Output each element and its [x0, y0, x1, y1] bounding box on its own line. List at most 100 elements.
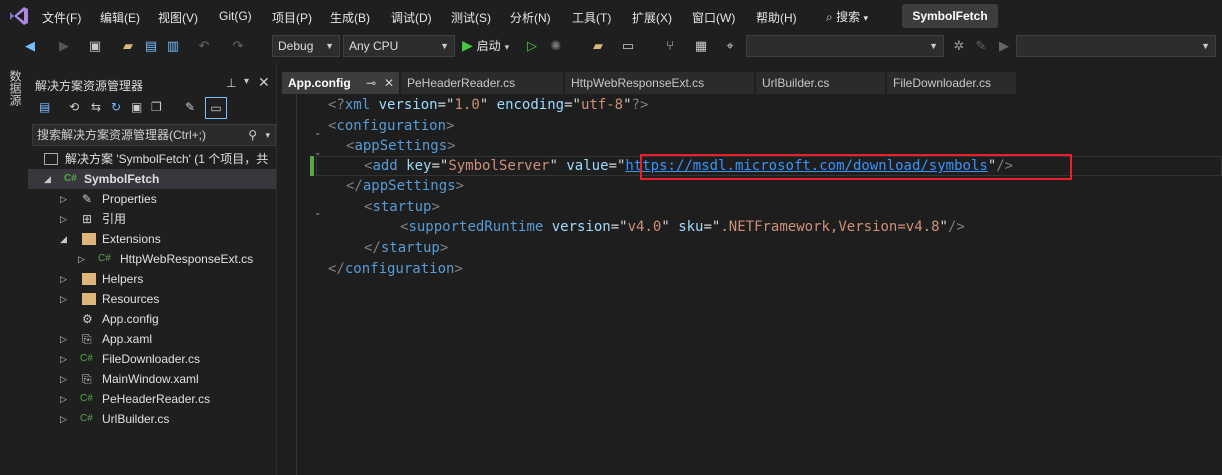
tree-item-filedownloader[interactable]: ▷ C# FileDownloader.cs	[28, 349, 276, 369]
chevron-down-icon: ▼	[1201, 41, 1210, 51]
tab-urlbuilder[interactable]: UrlBuilder.cs	[756, 72, 886, 94]
comment-icon[interactable]: ▦	[693, 38, 709, 54]
save-icon[interactable]: ▤	[143, 38, 159, 54]
hot-reload-icon[interactable]: ✺	[548, 38, 564, 54]
menu-test[interactable]: 测试(S)	[451, 9, 491, 26]
menu-help[interactable]: 帮助(H)	[756, 9, 797, 26]
tab-peheaderreader[interactable]: PeHeaderReader.cs	[401, 72, 564, 94]
tree-item-solution[interactable]: 解决方案 'SymbolFetch' (1 个项目，共	[28, 149, 276, 169]
menu-analyze[interactable]: 分析(N)	[510, 9, 551, 26]
redo-icon[interactable]: ↷	[230, 38, 246, 54]
code-line-1: <?xml version="1.0" encoding="utf-8"?>	[328, 97, 649, 113]
tree-item-label: MainWindow.xaml	[102, 372, 199, 386]
menu-project[interactable]: 项目(P)	[272, 9, 312, 26]
attach-icon[interactable]: ✲	[951, 38, 967, 54]
collapse-all-icon[interactable]: ▣	[131, 100, 142, 114]
properties-wrench-icon[interactable]: ✎	[185, 100, 195, 114]
step-icon[interactable]: ▶	[996, 38, 1012, 54]
close-icon[interactable]: ✕	[258, 74, 270, 91]
start-button[interactable]: ▶ 启动 ▾	[462, 37, 509, 54]
fold-toggle-icon[interactable]: ⌄	[314, 147, 322, 158]
menu-view[interactable]: 视图(V)	[158, 9, 198, 26]
tree-item-app-config[interactable]: ⚙ App.config	[28, 309, 276, 329]
platform-select[interactable]: Any CPU ▼	[343, 35, 455, 57]
tree-item-resources[interactable]: ▷ Resources	[28, 289, 276, 309]
tree-item-label: Extensions	[102, 232, 161, 246]
toolbar-combo-empty-1[interactable]: ▼	[746, 35, 944, 57]
tree-item-properties[interactable]: ▷ ✎ Properties	[28, 189, 276, 209]
startup-close-tag: startup	[380, 240, 440, 256]
tree-item-label: 引用	[102, 212, 127, 226]
back-icon[interactable]: ◀	[22, 38, 38, 54]
search-icon: ⌕	[826, 10, 833, 24]
code-line-7: <supportedRuntime version="v4.0" sku=".N…	[400, 219, 965, 235]
fold-toggle-icon[interactable]: ⌄	[314, 207, 322, 218]
new-project-icon[interactable]: ▣	[87, 38, 103, 54]
code-line-8: </startup>	[364, 240, 449, 256]
explorer-search-input[interactable]: 搜索解决方案资源管理器(Ctrl+;) ⚲ ▾	[32, 124, 276, 146]
open-folder-icon[interactable]: ▰	[120, 38, 136, 54]
menu-chevron-icon[interactable]: ▾	[244, 76, 249, 87]
xaml-file-icon: ⎘	[82, 372, 92, 386]
tree-item-app-xaml[interactable]: ▷ ⎘ App.xaml	[28, 329, 276, 349]
menu-debug[interactable]: 调试(D)	[391, 9, 432, 26]
menu-edit[interactable]: 编辑(E)	[100, 9, 140, 26]
pin-icon[interactable]: ⊸	[366, 72, 376, 94]
tree-item-extensions[interactable]: ◢ Extensions	[28, 229, 276, 249]
pin-icon[interactable]: ⊥	[226, 76, 236, 90]
xaml-file-icon: ⎘	[82, 332, 92, 346]
close-icon[interactable]: ✕	[384, 72, 394, 94]
wrench-icon: ✎	[82, 192, 93, 206]
configuration-select[interactable]: Debug ▼	[272, 35, 340, 57]
show-all-files-icon[interactable]: ❐	[151, 100, 162, 114]
chevron-right-icon: ▷	[60, 414, 67, 424]
git-branch-icon[interactable]: ⑂	[662, 38, 678, 54]
tree-item-mainwindow[interactable]: ▷ ⎘ MainWindow.xaml	[28, 369, 276, 389]
data-sources-tab[interactable]: 数据源	[7, 70, 24, 106]
explorer-search-placeholder: 搜索解决方案资源管理器(Ctrl+;)	[37, 128, 206, 142]
window-layout-icon[interactable]: ▭	[620, 38, 636, 54]
folder-view-icon[interactable]: ▰	[590, 38, 606, 54]
chevron-down-icon: ▾	[265, 130, 270, 140]
chevron-right-icon: ▷	[60, 194, 67, 204]
chevron-down-icon: ▼	[440, 41, 449, 51]
menu-window[interactable]: 窗口(W)	[692, 9, 735, 26]
menu-build[interactable]: 生成(B)	[330, 9, 370, 26]
search-menu-label: 搜索	[836, 10, 861, 24]
menu-tools[interactable]: 工具(T)	[572, 9, 611, 26]
tab-filedownloader[interactable]: FileDownloader.cs	[887, 72, 1017, 94]
chevron-right-icon: ▷	[60, 294, 67, 304]
fold-toggle-icon[interactable]: ⌄	[314, 127, 322, 138]
history-icon[interactable]: ⟲	[69, 100, 79, 114]
forward-icon[interactable]: ▶	[56, 38, 72, 54]
undo-icon[interactable]: ↶	[196, 38, 212, 54]
tree-item-references[interactable]: ▷ ⊞ 引用	[28, 209, 276, 229]
chevron-right-icon: ▷	[60, 354, 67, 364]
switch-views-icon[interactable]: ▤	[39, 100, 50, 114]
refresh-icon[interactable]: ↻	[111, 100, 121, 114]
start-without-debugging-icon[interactable]: ▷	[524, 38, 540, 54]
save-all-icon[interactable]: ▥	[165, 38, 181, 54]
menu-git[interactable]: Git(G)	[219, 9, 252, 23]
menu-file[interactable]: 文件(F)	[42, 9, 81, 26]
find-icon[interactable]: ⌖	[722, 38, 738, 54]
start-label: 启动	[476, 39, 501, 53]
tree-item-label: FileDownloader.cs	[102, 352, 201, 366]
add-key-value: SymbolServer	[448, 158, 550, 174]
tab-label: App.config	[288, 76, 351, 90]
pencil-icon[interactable]: ✎	[973, 38, 989, 54]
menu-extensions[interactable]: 扩展(X)	[632, 9, 672, 26]
tree-item-project[interactable]: ◢ C# SymbolFetch	[28, 169, 276, 189]
tab-app-config[interactable]: App.config ⊸ ✕	[282, 72, 400, 94]
tree-item-peheaderreader[interactable]: ▷ C# PeHeaderReader.cs	[28, 389, 276, 409]
search-menu[interactable]: ⌕ 搜索 ▾	[826, 8, 868, 25]
tree-item-helpers[interactable]: ▷ Helpers	[28, 269, 276, 289]
tree-item-urlbuilder[interactable]: ▷ C# UrlBuilder.cs	[28, 409, 276, 429]
preview-selected-icon[interactable]: ▭	[205, 97, 227, 119]
tree-item-label: App.config	[102, 312, 159, 326]
tree-item-httpwebresponseext[interactable]: ▷ C# HttpWebResponseExt.cs	[28, 249, 276, 269]
sync-icon[interactable]: ⇆	[91, 100, 101, 114]
toolbar-combo-empty-2[interactable]: ▼	[1016, 35, 1216, 57]
tab-httpwebresponseext[interactable]: HttpWebResponseExt.cs	[565, 72, 755, 94]
root-close-tag: configuration	[344, 261, 455, 277]
